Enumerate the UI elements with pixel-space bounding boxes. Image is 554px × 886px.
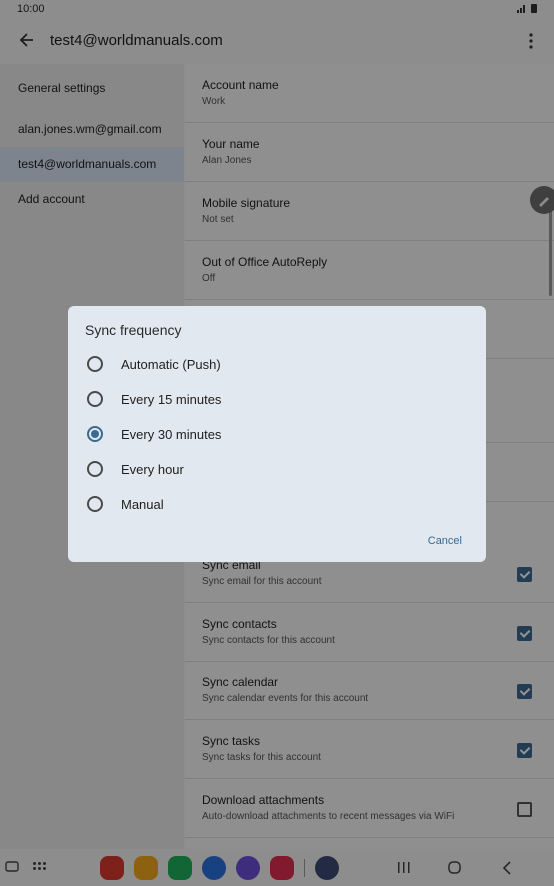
radio-button[interactable] — [87, 391, 103, 407]
dialog-title: Sync frequency — [85, 322, 182, 338]
option-label: Manual — [121, 497, 164, 512]
sync-frequency-dialog: Sync frequency Automatic (Push) Every 15… — [68, 306, 486, 562]
option-label: Every 30 minutes — [121, 427, 222, 442]
option-every-30-minutes[interactable]: Every 30 minutes — [68, 416, 486, 451]
option-automatic-push[interactable]: Automatic (Push) — [68, 346, 486, 381]
radio-button[interactable] — [87, 356, 103, 372]
radio-button[interactable] — [87, 496, 103, 512]
cancel-button[interactable]: Cancel — [428, 535, 462, 547]
option-every-15-minutes[interactable]: Every 15 minutes — [68, 381, 486, 416]
option-label: Every hour — [121, 462, 184, 477]
option-label: Automatic (Push) — [121, 357, 221, 372]
option-every-hour[interactable]: Every hour — [68, 451, 486, 486]
option-label: Every 15 minutes — [121, 392, 222, 407]
radio-button-selected[interactable] — [87, 426, 103, 442]
radio-button[interactable] — [87, 461, 103, 477]
option-manual[interactable]: Manual — [68, 486, 486, 521]
